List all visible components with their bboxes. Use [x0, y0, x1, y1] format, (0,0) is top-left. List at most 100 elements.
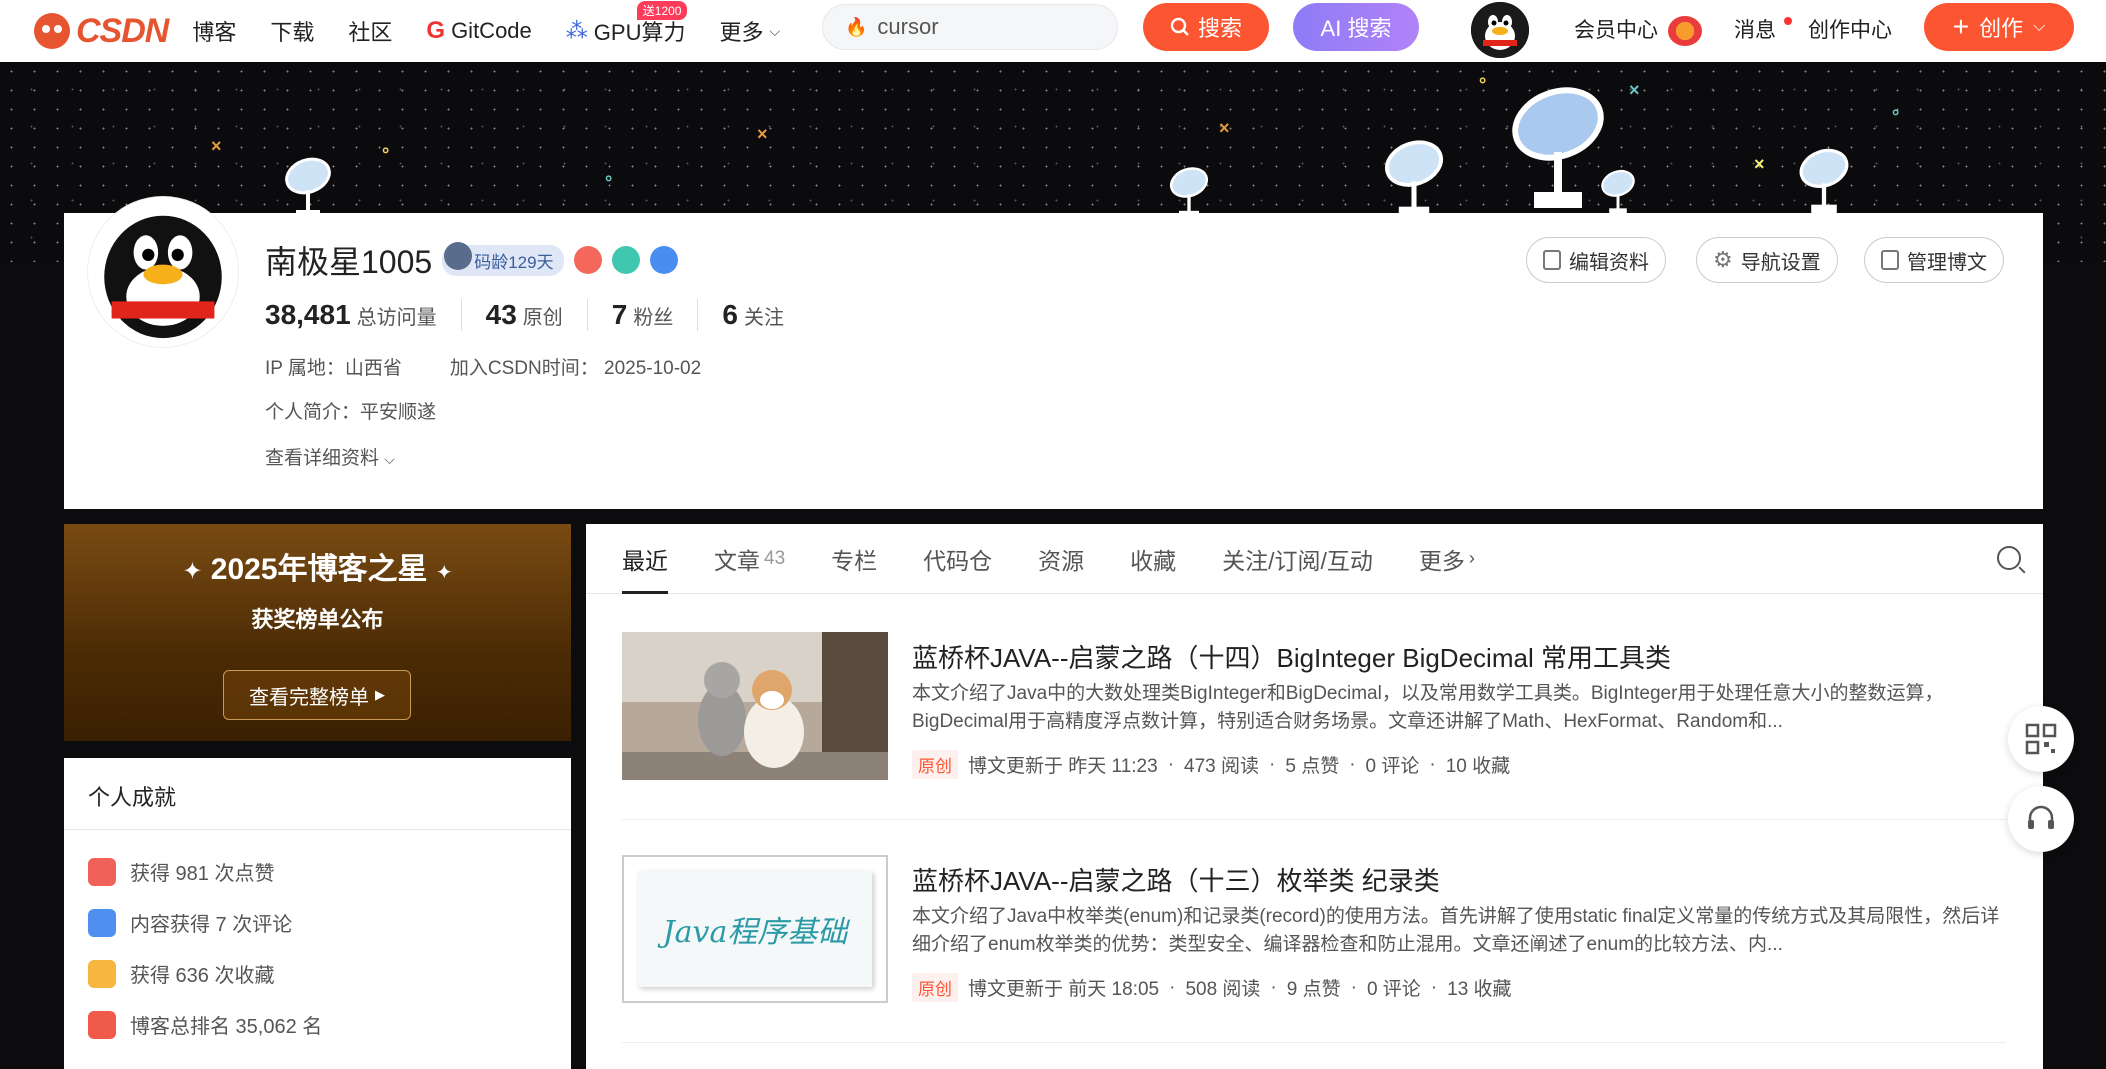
article-comments: 0 评论 [1366, 979, 1421, 1000]
tab-resources[interactable]: 资源 [1038, 524, 1084, 594]
chevron-down-icon: ⌵ [384, 451, 395, 467]
stat-fans[interactable]: 7 粉丝 [612, 299, 699, 331]
cats-photo [622, 632, 888, 780]
plus-icon: + [1952, 11, 1970, 42]
create-button[interactable]: + 创作 ⌵ [1924, 3, 2074, 51]
tab-more[interactable]: 更多 › [1419, 524, 1475, 594]
create-button-label: 创作 [1979, 16, 2024, 41]
star-decoration: × [211, 136, 222, 156]
chevron-down-icon: ⌵ [2033, 18, 2046, 35]
search-value: cursor [877, 14, 939, 39]
profile-name: 南极星1005 [265, 244, 433, 280]
nav-more[interactable]: 更多 ⌵ [719, 15, 780, 47]
vip-badge-icon [1667, 16, 1702, 47]
nav-settings-button[interactable]: ⚙ 导航设置 [1696, 237, 1838, 283]
messages-link[interactable]: 消息 [1734, 14, 1792, 44]
chevron-down-icon: ⌵ [769, 22, 781, 39]
manage-posts-label: 管理博文 [1907, 251, 1987, 274]
search-input[interactable]: 🔥 cursor [822, 4, 1118, 50]
star-decoration: ∘ [603, 168, 615, 188]
search-button[interactable]: 搜索 [1143, 3, 1269, 51]
tab-columns[interactable]: 专栏 [831, 524, 877, 594]
headset-icon [2028, 805, 2054, 829]
code-age-badge[interactable]: 码龄129天 [442, 241, 564, 276]
stat-label: 总访问量 [356, 307, 437, 329]
profile-name-row: 南极星1005 码龄129天 [265, 237, 678, 283]
stat-label: 原创 [522, 307, 563, 329]
stat-number: 7 [611, 299, 628, 330]
gitcode-icon: G [426, 17, 446, 44]
blog-star-award-banner[interactable]: ✦ 2025年博客之星 ✦ 获奖榜单公布 查看完整榜单 ▶ [64, 524, 571, 741]
creation-center-link[interactable]: 创作中心 [1808, 14, 1892, 44]
comment-badge-icon [88, 908, 116, 937]
tab-articles[interactable]: 文章 43 [714, 524, 785, 594]
manage-posts-button[interactable]: 管理博文 [1864, 237, 2004, 283]
nav-blog[interactable]: 博客 [192, 15, 236, 47]
nav-gpu[interactable]: ⁂ GPU算力 送1200 [566, 1, 688, 47]
article-comments: 0 评论 [1365, 756, 1420, 777]
achievement-text: 获得 981 次点赞 [130, 863, 275, 885]
ai-search-button[interactable]: AI 搜索 [1293, 3, 1419, 51]
nav-download[interactable]: 下载 [270, 15, 314, 47]
user-badge-icon[interactable] [611, 246, 640, 274]
article-thumbnail[interactable] [622, 632, 888, 780]
customer-service-button[interactable] [2008, 786, 2074, 852]
edit-profile-button[interactable]: 编辑资料 [1526, 237, 1666, 283]
qr-code-button[interactable] [2008, 706, 2074, 772]
article-meta: 原创 博文更新于 昨天 11:23 · 473 阅读 · 5 点赞 · 0 评论 · 1… [912, 750, 1510, 779]
separator-dot: · [1350, 976, 1357, 998]
article-summary: 本文介绍了Java中枚举类(enum)和记录类(record)的使用方法。首先讲… [912, 906, 2000, 955]
tab-recent[interactable]: 最近 [622, 524, 668, 594]
medal-icon[interactable] [573, 246, 602, 274]
rank-chart-icon [88, 1010, 116, 1039]
stat-original[interactable]: 43 原创 [486, 299, 588, 331]
article-favorites: 13 收藏 [1447, 979, 1512, 1000]
thumbnail-card: Java程序基础 [638, 871, 872, 987]
article-item[interactable]: Java程序基础 蓝桥杯JAVA--启蒙之路（十三）枚举类 纪录类 本文介绍了J… [622, 855, 2006, 1043]
satellite-dish-icon [1799, 148, 1849, 214]
profile-stats: 38,481 总访问量 43 原创 7 粉丝 6 关注 [265, 299, 832, 331]
top-navbar: CSDN 博客 下载 社区 G GitCode ⁂ GPU算力 送1200 更多… [0, 0, 2106, 62]
article-favorites: 10 收藏 [1445, 756, 1511, 777]
stat-number: 43 [485, 299, 517, 330]
star-decoration: × [1219, 118, 1230, 138]
qr-code-icon [2025, 723, 2057, 755]
profile-card: 南极星1005 码龄129天 38,481 总访问量 43 原创 7 粉丝 6 … [64, 197, 2043, 509]
caret-right-icon: ▶ [375, 687, 385, 702]
stat-following[interactable]: 6 关注 [722, 299, 808, 331]
article-reads: 508 阅读 [1185, 979, 1261, 1000]
shield-badge-icon[interactable] [649, 246, 678, 274]
stat-visits[interactable]: 38,481 总访问量 [265, 299, 462, 331]
manage-doc-icon [1881, 250, 1899, 270]
csdn-logo[interactable]: CSDN [34, 12, 169, 51]
original-tag: 原创 [912, 973, 958, 1002]
achievement-item: 博客总排名 35,062 名 [88, 1010, 322, 1039]
tab-label: 收藏 [1130, 547, 1177, 574]
achievement-text: 博客总排名 35,062 名 [130, 1016, 323, 1038]
separator-dot: · [1430, 976, 1438, 998]
tab-repos[interactable]: 代码仓 [923, 524, 992, 594]
article-item[interactable]: 蓝桥杯JAVA--启蒙之路（十四）BigInteger BigDecimal 常… [622, 632, 2006, 820]
article-thumbnail[interactable]: Java程序基础 [622, 855, 888, 1003]
article-likes: 9 点赞 [1286, 979, 1341, 1000]
gpu-promo-badge: 送1200 [636, 1, 688, 20]
user-avatar[interactable] [1471, 2, 1529, 58]
profile-avatar[interactable] [88, 197, 238, 347]
view-details-link[interactable]: 查看详细资料 ⌵ [265, 443, 395, 470]
tab-favorites[interactable]: 收藏 [1130, 524, 1176, 594]
article-updated: 博文更新于 昨天 11:23 [968, 756, 1158, 777]
search-icon[interactable] [1997, 546, 2021, 570]
nav-gitcode[interactable]: G GitCode [426, 17, 531, 45]
nav-community[interactable]: 社区 [348, 15, 392, 47]
view-full-list-button[interactable]: 查看完整榜单 ▶ [223, 670, 411, 720]
article-title[interactable]: 蓝桥杯JAVA--启蒙之路（十四）BigInteger BigDecimal 常… [912, 638, 1671, 675]
satellite-dish-icon [1601, 169, 1635, 215]
vip-center-link[interactable]: 会员中心 [1574, 14, 1702, 47]
satellite-dish-icon [1385, 140, 1443, 217]
article-likes: 5 点赞 [1285, 756, 1340, 777]
article-meta: 原创 博文更新于 前天 18:05 · 508 阅读 · 9 点赞 · 0 评论 · 1… [912, 973, 1512, 1002]
article-title[interactable]: 蓝桥杯JAVA--启蒙之路（十三）枚举类 纪录类 [912, 861, 1440, 898]
gear-icon: ⚙ [1713, 247, 1733, 272]
tab-follow-interact[interactable]: 关注/订阅/互动 [1222, 524, 1373, 594]
content-tabs: 最近 文章 43 专栏 代码仓 资源 收藏 关注/订阅/互动 更多 › [586, 524, 2043, 594]
